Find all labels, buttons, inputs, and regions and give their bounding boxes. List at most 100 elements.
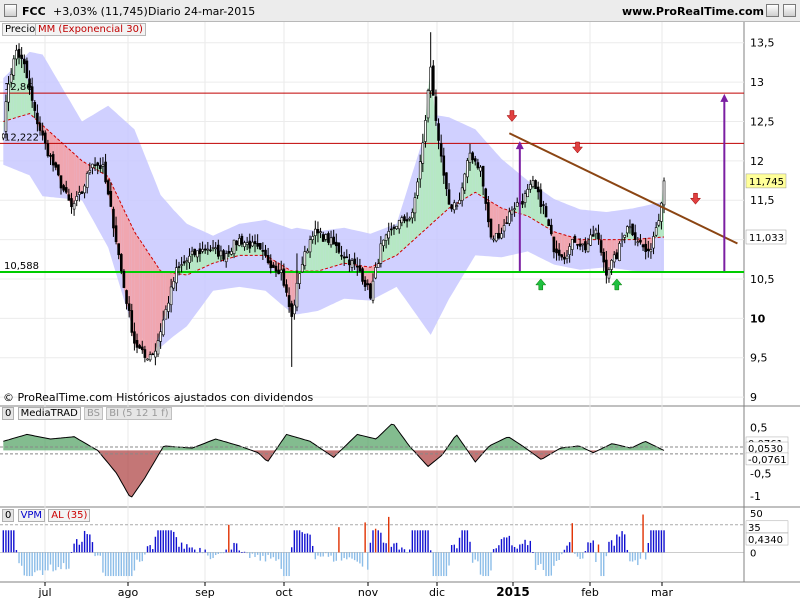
candle-body xyxy=(363,279,367,287)
vpm-bar xyxy=(26,552,28,577)
candle-body xyxy=(306,250,309,254)
candle-body xyxy=(345,256,349,259)
vpm-bar xyxy=(41,552,44,575)
candle-body xyxy=(424,120,427,142)
candle-body xyxy=(4,101,8,132)
candle-body xyxy=(25,60,29,79)
candle-body xyxy=(75,196,79,201)
x-tick-label: jul xyxy=(37,586,51,599)
candle-body xyxy=(180,264,183,266)
candle-body xyxy=(463,173,467,191)
candle-body xyxy=(332,236,335,245)
panel2-tag0[interactable]: 0 xyxy=(2,407,15,420)
candle-body xyxy=(403,216,406,222)
vpm-bar xyxy=(561,552,563,555)
vpm-bar xyxy=(584,551,587,553)
candle-body xyxy=(418,161,422,180)
mediatrad-line xyxy=(3,423,665,498)
vpm-bar xyxy=(534,552,537,570)
vpm-tick-label: 50 xyxy=(750,509,763,520)
candle xyxy=(494,232,498,243)
candle xyxy=(429,32,432,98)
vpm-bar xyxy=(629,552,631,562)
vpm-bar xyxy=(605,552,608,557)
price-tick-label: 10,5 xyxy=(750,273,775,286)
price-tick-label: 10 xyxy=(750,312,766,325)
vpm-bar xyxy=(377,530,379,553)
vpm-bar xyxy=(343,552,345,559)
candle xyxy=(290,300,294,367)
panel3-legend: 0 VPM AL (35) xyxy=(2,509,91,522)
candle-body xyxy=(568,246,571,255)
vpm-bar xyxy=(217,552,220,554)
candle-body xyxy=(361,268,364,282)
vpm-bar xyxy=(154,536,157,553)
candle-body xyxy=(167,302,170,312)
panel2-tag1[interactable]: BS xyxy=(83,407,104,420)
chart-canvas[interactable]: 12,8612,22210,58813,51312,51211,51110,51… xyxy=(0,0,800,600)
panel3-name[interactable]: VPM xyxy=(17,509,46,522)
vpm-bar xyxy=(115,552,117,577)
candle-body xyxy=(188,255,191,263)
candle-body xyxy=(581,243,585,246)
vpm-bar xyxy=(288,552,290,577)
vpm-bar xyxy=(361,552,364,567)
vpm-bar xyxy=(183,548,185,553)
panel3-tag0[interactable]: 0 xyxy=(2,509,15,522)
candle-body xyxy=(78,192,81,195)
candle xyxy=(534,179,537,189)
panel2-tag2[interactable]: BI (5 12 1 f) xyxy=(106,407,172,420)
candle-body xyxy=(295,282,299,308)
x-tick-label: dic xyxy=(429,586,445,599)
candle-body xyxy=(607,269,611,279)
vpm-bar xyxy=(28,552,31,577)
candle-body xyxy=(269,260,273,269)
price-tick-label: 12,5 xyxy=(750,115,775,128)
candle-body xyxy=(500,233,503,239)
vpm-bar xyxy=(503,537,505,553)
candle xyxy=(432,60,435,96)
candle-body xyxy=(416,181,419,196)
vpm-bar xyxy=(76,539,78,553)
candle-body xyxy=(387,231,391,239)
vpm-bar xyxy=(474,552,476,560)
candle-body xyxy=(140,346,144,351)
candle-body xyxy=(72,203,76,210)
candle-body xyxy=(9,74,13,83)
vpm-bar xyxy=(374,528,377,553)
vpm-bar xyxy=(112,552,115,577)
mediatrad-tick-label: 0,5 xyxy=(750,422,768,435)
vpm-bar xyxy=(403,549,406,553)
candle-body xyxy=(316,229,320,234)
candle-body xyxy=(222,250,225,260)
candle-body xyxy=(497,232,501,239)
candle-body xyxy=(437,123,440,141)
vpm-bar xyxy=(477,552,479,562)
candle-body xyxy=(489,218,493,238)
candle-body xyxy=(240,235,244,245)
candle-body xyxy=(182,261,186,264)
panel3-tag1[interactable]: AL (35) xyxy=(48,509,91,522)
candle-body xyxy=(125,290,128,304)
candle-body xyxy=(106,180,110,195)
candle-body xyxy=(597,232,600,240)
candle-body xyxy=(411,212,414,219)
candle-body xyxy=(329,237,333,246)
candle-body xyxy=(62,185,65,191)
vpm-bar xyxy=(644,552,647,560)
candle-body xyxy=(618,243,621,262)
vpm-bar xyxy=(209,552,212,560)
vpm-bar xyxy=(235,543,238,553)
candle-body xyxy=(175,267,178,284)
vpm-bar xyxy=(490,552,492,571)
candle-body xyxy=(209,249,212,252)
vpm-bar xyxy=(188,547,191,553)
vpm-bar xyxy=(199,547,201,553)
candle-body xyxy=(576,244,579,246)
vpm-bar xyxy=(338,527,340,553)
candle-body xyxy=(99,165,102,169)
panel2-name[interactable]: MediaTRAD xyxy=(17,407,81,420)
candle-body xyxy=(88,169,92,173)
vpm-bar xyxy=(15,550,18,553)
vpm-bar xyxy=(364,522,366,553)
